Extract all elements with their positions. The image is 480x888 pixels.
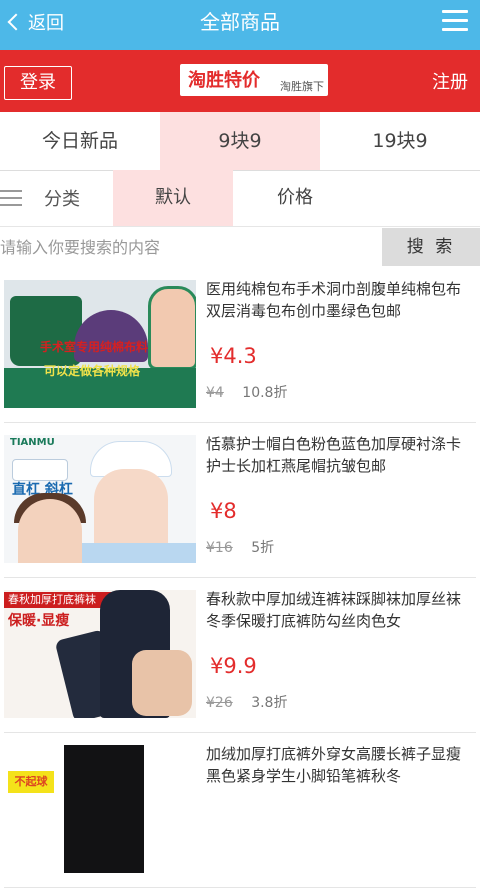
tab-new-today[interactable]: 今日新品	[0, 112, 160, 170]
product-price: ¥8	[210, 499, 237, 523]
register-button[interactable]: 注册	[432, 68, 468, 94]
product-item[interactable]: 春秋加厚打底裤袜 保暖·显瘦 春秋款中厚加绒连裤袜踩脚袜加厚丝袜冬季保暖打底裤防…	[4, 578, 476, 733]
product-image[interactable]: 春秋加厚打底裤袜 保暖·显瘦	[4, 590, 196, 718]
price-meta: ¥4 10.8折	[206, 382, 287, 402]
discount-label: 10.8折	[242, 385, 288, 401]
product-name[interactable]: 加绒加厚打底裤外穿女高腰长裤子显瘦黑色紧身学生小脚铅笔裤秋冬	[206, 743, 474, 787]
sort-bar: 分类 默认 价格	[0, 170, 480, 227]
search-bar: 搜 索	[0, 228, 480, 266]
price-meta: ¥16 5折	[206, 537, 274, 557]
product-item[interactable]: 不起球 加绒加厚打底裤外穿女高腰长裤子显瘦黑色紧身学生小脚铅笔裤秋冬	[4, 733, 476, 888]
original-price: ¥26	[206, 695, 233, 711]
original-price: ¥16	[206, 540, 233, 556]
category-label: 分类	[44, 189, 80, 210]
page-title: 全部商品	[200, 10, 280, 34]
product-name[interactable]: 春秋款中厚加绒连裤袜踩脚袜加厚丝袜冬季保暖打底裤防勾丝肉色女	[206, 588, 474, 632]
thumb-brand: TIANMU	[10, 437, 55, 448]
product-image[interactable]: 手术室专用纯棉布料 可以定做各种规格	[4, 280, 196, 408]
product-item[interactable]: TIANMU 直杠 斜杠 恬慕护士帽白色粉色蓝色加厚硬衬涤卡护士长加杠燕尾帽抗皱…	[4, 423, 476, 578]
sort-price-button[interactable]: 价格	[240, 170, 350, 226]
product-price: ¥9.9	[210, 654, 257, 678]
login-button[interactable]: 登录	[4, 66, 72, 100]
thumb-caption: 可以定做各种规格	[44, 364, 141, 378]
product-name[interactable]: 恬慕护士帽白色粉色蓝色加厚硬衬涤卡护士长加杠燕尾帽抗皱包邮	[206, 433, 474, 477]
category-filter-button[interactable]: 分类	[0, 170, 112, 226]
product-image[interactable]: TIANMU 直杠 斜杠	[4, 435, 196, 563]
sort-default-button[interactable]: 默认	[113, 170, 233, 226]
category-tabs: 今日新品 9块9 19块9	[0, 112, 480, 171]
search-input[interactable]	[0, 228, 380, 266]
product-item[interactable]: 手术室专用纯棉布料 可以定做各种规格 医用纯棉包布手术洞巾剖腹单纯棉包布双层消毒…	[4, 268, 476, 423]
list-icon	[0, 190, 22, 206]
tab-9-9[interactable]: 9块9	[160, 112, 320, 170]
thumb-caption: 不起球	[8, 771, 54, 793]
price-meta: ¥26 3.8折	[206, 692, 287, 712]
product-list: 手术室专用纯棉布料 可以定做各种规格 医用纯棉包布手术洞巾剖腹单纯棉包布双层消毒…	[0, 268, 480, 888]
product-name[interactable]: 医用纯棉包布手术洞巾剖腹单纯棉包布双层消毒包布创巾墨绿色包邮	[206, 278, 474, 322]
product-price: ¥4.3	[210, 344, 257, 368]
original-price: ¥4	[206, 385, 224, 401]
discount-label: 3.8折	[251, 695, 288, 711]
search-button[interactable]: 搜 索	[382, 228, 480, 266]
brand-logo[interactable]: 淘胜特价 淘胜旗下	[180, 64, 328, 96]
brand-bar: 登录 淘胜特价 淘胜旗下 注册	[0, 50, 480, 112]
logo-text: 淘胜特价	[188, 70, 260, 91]
discount-label: 5折	[251, 540, 275, 556]
top-app-bar: 返回 全部商品	[0, 0, 480, 50]
tab-19-9[interactable]: 19块9	[320, 112, 480, 170]
logo-subtext: 淘胜旗下	[280, 80, 324, 93]
product-image[interactable]: 不起球	[4, 745, 196, 873]
thumb-caption: 手术室专用纯棉布料	[40, 340, 149, 354]
thumb-caption: 保暖·显瘦	[8, 613, 70, 629]
hamburger-menu-icon[interactable]	[442, 10, 468, 32]
